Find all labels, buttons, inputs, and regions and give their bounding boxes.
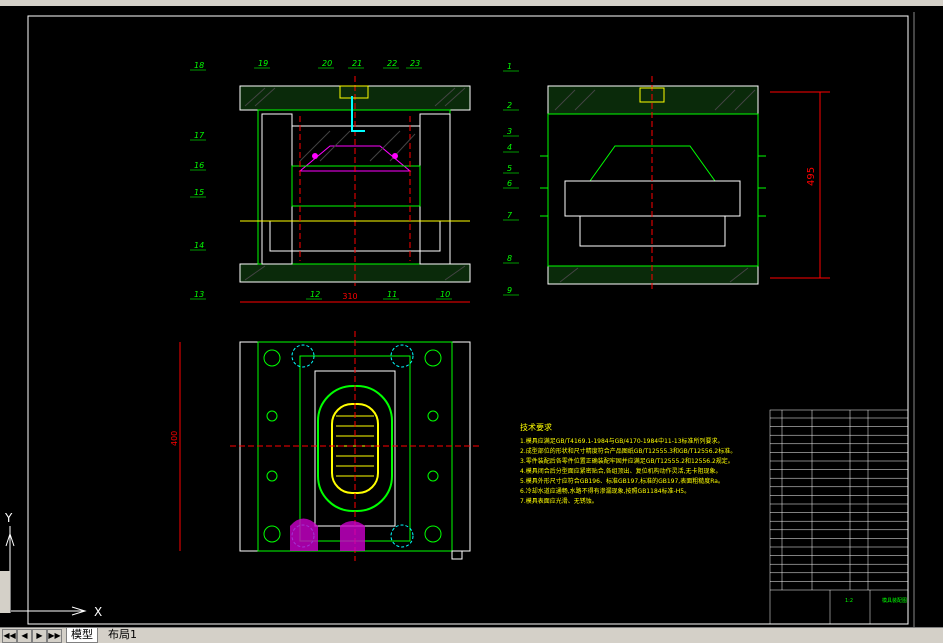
dimension-left: 400 (170, 431, 179, 446)
balloon-5: 5 (507, 164, 512, 173)
left-tool-palette[interactable] (0, 571, 11, 613)
balloon-6: 6 (507, 179, 512, 188)
balloon-4: 4 (507, 143, 512, 152)
balloon-13: 13 (194, 290, 204, 299)
balloon-2: 2 (507, 101, 512, 110)
balloon-23: 23 (410, 59, 420, 68)
ucs-y-label: Y (4, 511, 13, 525)
tech-requirements: 技术要求 1.模具应满足GB/T4169.1-1984与GB/4170-1984… (520, 422, 736, 505)
balloon-7: 7 (507, 211, 513, 220)
tab-model[interactable]: 模型 (66, 628, 98, 643)
cad-drawing: 495 310 400 技术要求 1.模具应满足GB/T4169.1-1984与… (4, 12, 915, 627)
prev-tab-button[interactable]: ◀ (17, 629, 32, 643)
balloon-10: 10 (440, 290, 450, 299)
tech-line-5: 5.模具外形尺寸应符合GB196、标准GB197,标准的GB197,表面粗糙度R… (520, 477, 724, 485)
balloon-16: 16 (194, 161, 204, 170)
balloon-1: 1 (507, 62, 512, 71)
balloon-11: 11 (387, 290, 397, 299)
balloon-8: 8 (507, 254, 512, 263)
ucs-x-label: X (94, 605, 102, 619)
next-tab-button[interactable]: ▶ (32, 629, 47, 643)
bom-table (769, 409, 909, 625)
balloon-12: 12 (310, 290, 320, 299)
tech-line-4: 4.模具闭合后分型面应紧密贴合,各组顶出、复位机构动作灵活,无卡阻现象。 (520, 467, 722, 475)
tech-line-6: 6.冷却水道应通畅,水路不得有渗漏现象,按照GB1184标准-H5。 (520, 487, 690, 495)
balloon-15: 15 (194, 188, 204, 197)
title-block-scale: 1:2 (845, 598, 853, 604)
dimension-top: 310 (342, 292, 357, 301)
drawing-canvas[interactable]: 495 310 400 技术要求 1.模具应满足GB/T4169.1-1984与… (0, 6, 943, 627)
balloon-22: 22 (387, 59, 397, 68)
side-section-view: 495 (540, 76, 830, 291)
title-block-name: 模具装配图 (882, 597, 907, 604)
dimension-right: 495 (806, 167, 817, 186)
balloon-18: 18 (194, 61, 204, 70)
tech-line-1: 1.模具应满足GB/T4169.1-1984与GB/4170-1984中11-1… (520, 437, 724, 445)
tech-line-2: 2.成型部位的形状和尺寸精度符合产品图纸GB/T12555.3和GB/T1255… (520, 447, 736, 455)
tab-layout1[interactable]: 布局1 (104, 628, 141, 642)
tech-line-7: 7.模具表面应光滑、无锈蚀。 (520, 497, 598, 505)
ucs-icon: Y X (4, 511, 102, 619)
balloon-14: 14 (194, 241, 204, 250)
tech-title: 技术要求 (520, 422, 552, 432)
layout-tab-bar: ◀◀ ◀ ▶ ▶▶ 模型 布局1 (0, 627, 943, 643)
balloon-21: 21 (352, 59, 362, 68)
balloon-17: 17 (194, 131, 205, 140)
balloon-9: 9 (507, 286, 512, 295)
last-tab-button[interactable]: ▶▶ (47, 629, 62, 643)
plan-view: 310 400 (170, 292, 480, 561)
balloon-20: 20 (322, 59, 332, 68)
first-tab-button[interactable]: ◀◀ (2, 629, 17, 643)
balloon-3: 3 (507, 127, 512, 136)
front-section-view (239, 76, 471, 286)
tech-line-3: 3.零件装配后各零件位置正确装配牢固并应满足GB/T12555.2和12556.… (520, 457, 734, 465)
balloon-19: 19 (258, 59, 268, 68)
